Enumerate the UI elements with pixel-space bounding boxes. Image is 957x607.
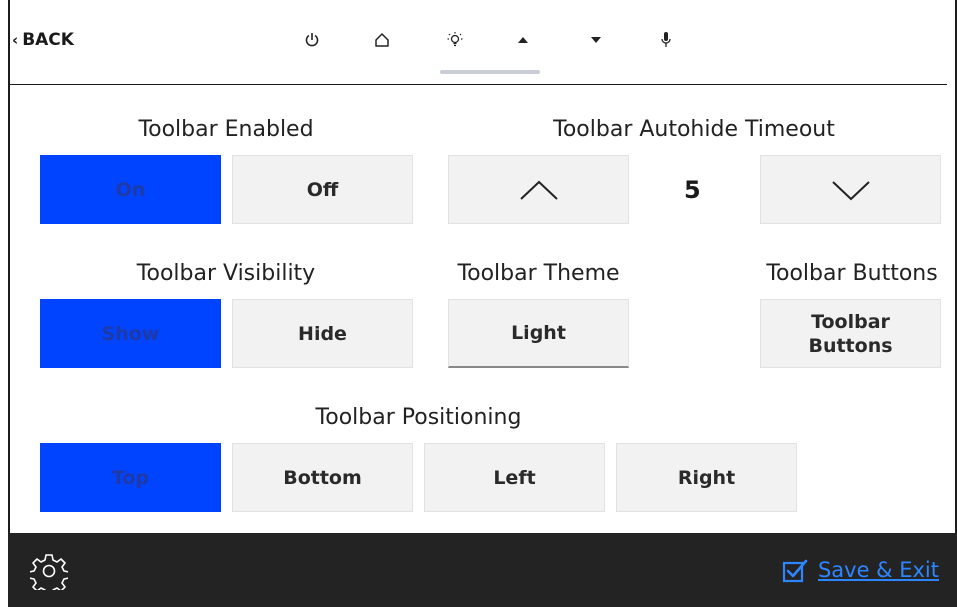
checkbox-checked-icon — [782, 559, 808, 583]
autohide-decrease-button[interactable] — [760, 155, 941, 224]
toolbar-visibility-show-button[interactable]: Show — [40, 299, 221, 368]
toolbar-buttons-button-line2: Buttons — [808, 334, 893, 357]
toolbar-visibility-title: Toolbar Visibility — [136, 261, 316, 286]
toolbar-buttons-title: Toolbar Buttons — [766, 261, 938, 286]
toolbar-autohide-title: Toolbar Autohide Timeout — [553, 117, 835, 142]
home-icon[interactable] — [367, 28, 397, 52]
toolbar-positioning-title: Toolbar Positioning — [315, 405, 522, 430]
top-navigation-bar: ‹ BACK — [10, 0, 947, 85]
positioning-right-button[interactable]: Right — [616, 443, 797, 512]
chevron-up-icon — [519, 180, 558, 200]
positioning-left-button[interactable]: Left — [424, 443, 605, 512]
power-icon[interactable] — [297, 28, 327, 52]
autohide-timeout-value: 5 — [684, 176, 701, 204]
toolbar-buttons-button-line1: Toolbar — [811, 310, 890, 333]
toolbar-enabled-off-button[interactable]: Off — [232, 155, 413, 224]
toolbar-theme-title: Toolbar Theme — [457, 261, 620, 286]
toolbar-theme-button[interactable]: Light — [448, 299, 629, 368]
footer-bar: Save & Exit — [8, 533, 957, 607]
active-tab-indicator — [440, 70, 540, 74]
chevron-left-icon: ‹ — [12, 31, 19, 49]
toolbar-enabled-on-button[interactable]: On — [40, 155, 221, 224]
toolbar-visibility-hide-button[interactable]: Hide — [232, 299, 413, 368]
back-button[interactable]: ‹ BACK — [12, 30, 74, 50]
gear-icon[interactable] — [28, 552, 70, 596]
toolbar-enabled-title: Toolbar Enabled — [138, 117, 314, 142]
autohide-increase-button[interactable] — [448, 155, 629, 224]
positioning-bottom-button[interactable]: Bottom — [232, 443, 413, 512]
save-exit-button[interactable]: Save & Exit — [782, 557, 939, 583]
lightbulb-icon[interactable] — [440, 28, 470, 52]
triangle-down-icon[interactable] — [581, 28, 611, 52]
triangle-up-icon[interactable] — [508, 28, 538, 52]
back-label: BACK — [22, 30, 74, 50]
chevron-down-icon — [831, 180, 870, 200]
positioning-top-button[interactable]: Top — [40, 443, 221, 512]
toolbar-buttons-button[interactable]: Toolbar Buttons — [760, 299, 941, 368]
save-exit-label: Save & Exit — [817, 558, 939, 582]
microphone-icon[interactable] — [651, 28, 681, 52]
